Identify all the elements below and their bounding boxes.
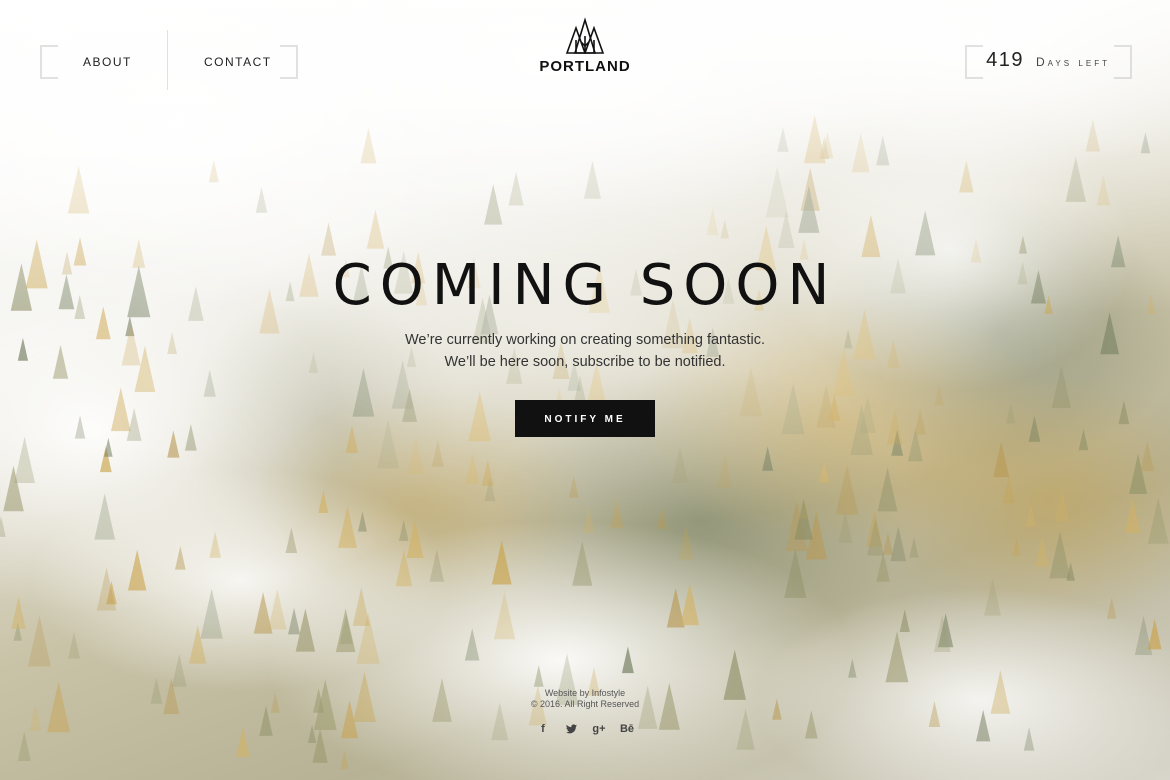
- hero-subtitle: We’re currently working on creating some…: [0, 329, 1170, 373]
- notify-me-button[interactable]: NOTIFY ME: [515, 400, 655, 437]
- days-left-label: Days left: [1036, 55, 1110, 69]
- hero-section: COMING SOON We’re currently working on c…: [0, 253, 1170, 437]
- counter-bracket-right: [1114, 45, 1132, 79]
- footer-copyright: © 2016. All Right Reserved: [530, 699, 640, 709]
- twitter-bird-glyph: [565, 724, 577, 734]
- page-title: COMING SOON: [332, 253, 838, 318]
- behance-icon[interactable]: Bē: [620, 722, 634, 736]
- twitter-icon[interactable]: [564, 722, 578, 736]
- facebook-icon[interactable]: f: [536, 722, 550, 736]
- coming-soon-page: ABOUT CONTACT PORTLAND 419 Days left COM…: [0, 0, 1170, 780]
- counter-text: 419 Days left: [986, 49, 1110, 72]
- days-left-number: 419: [986, 49, 1025, 71]
- footer-credit: Website by Infostyle: [544, 688, 626, 698]
- hero-subtitle-line-1: We’re currently working on creating some…: [405, 332, 765, 348]
- social-links: f g+ Bē: [0, 722, 1170, 736]
- google-plus-icon[interactable]: g+: [592, 722, 606, 736]
- footer: Website by Infostyle © 2016. All Right R…: [0, 688, 1170, 736]
- pine-trees-logo-icon: [565, 17, 605, 54]
- hero-subtitle-line-2: We’ll be here soon, subscribe to be noti…: [444, 354, 726, 370]
- counter-bracket-left: [965, 45, 983, 79]
